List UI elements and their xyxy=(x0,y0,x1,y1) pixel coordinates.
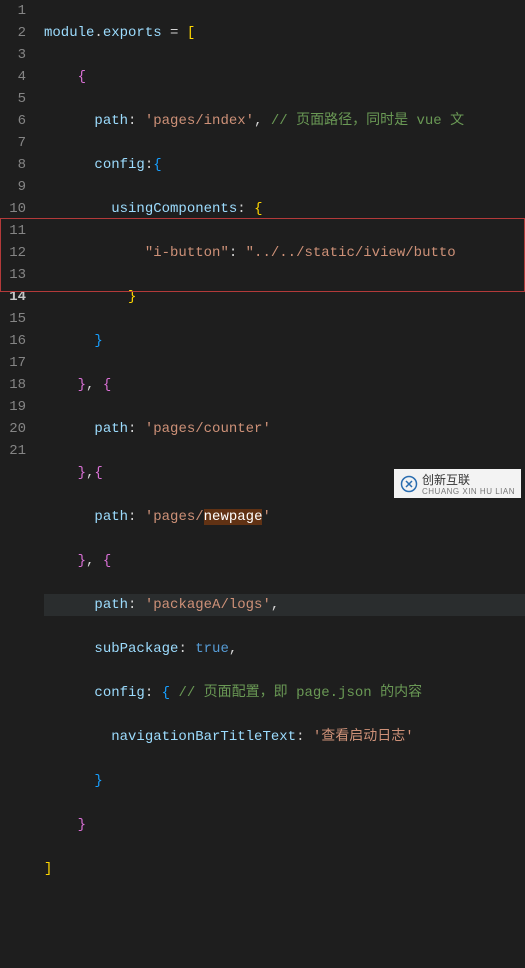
code-line[interactable]: subPackage: true, xyxy=(44,638,525,660)
line-number: 19 xyxy=(8,396,26,418)
line-number: 16 xyxy=(8,330,26,352)
line-number: 15 xyxy=(8,308,26,330)
code-area[interactable]: module.exports = [ { path: 'pages/index'… xyxy=(44,0,525,502)
code-line[interactable]: path: 'pages/newpage' xyxy=(44,506,525,528)
watermark-logo-icon xyxy=(400,475,418,493)
line-number: 8 xyxy=(8,154,26,176)
line-number: 13 xyxy=(8,264,26,286)
code-editor[interactable]: 1 2 3 4 5 6 7 8 9 10 11 12 13 14 15 16 1… xyxy=(0,0,525,502)
line-number: 10 xyxy=(8,198,26,220)
code-line[interactable]: ] xyxy=(44,858,525,880)
code-line[interactable]: } xyxy=(44,286,525,308)
line-number: 4 xyxy=(8,66,26,88)
line-number: 5 xyxy=(8,88,26,110)
line-number: 7 xyxy=(8,132,26,154)
code-line[interactable]: usingComponents: { xyxy=(44,198,525,220)
code-line[interactable]: config: { // 页面配置，即 page.json 的内容 xyxy=(44,682,525,704)
code-line[interactable]: path: 'pages/index', // 页面路径，同时是 vue 文 xyxy=(44,110,525,132)
code-line[interactable]: navigationBarTitleText: '查看启动日志' xyxy=(44,726,525,748)
line-number-current: 14 xyxy=(8,286,26,308)
line-number-gutter: 1 2 3 4 5 6 7 8 9 10 11 12 13 14 15 16 1… xyxy=(0,0,44,502)
line-number: 6 xyxy=(8,110,26,132)
watermark: 创新互联 CHUANG XIN HU LIAN xyxy=(394,469,521,498)
code-line[interactable]: config:{ xyxy=(44,154,525,176)
line-number: 9 xyxy=(8,176,26,198)
watermark-brand: 创新互联 xyxy=(422,473,470,487)
line-number: 21 xyxy=(8,440,26,462)
code-line[interactable]: }, { xyxy=(44,550,525,572)
watermark-sub: CHUANG XIN HU LIAN xyxy=(422,488,515,496)
line-number: 2 xyxy=(8,22,26,44)
line-number: 11 xyxy=(8,220,26,242)
code-line[interactable]: } xyxy=(44,814,525,836)
line-number: 3 xyxy=(8,44,26,66)
line-number: 12 xyxy=(8,242,26,264)
code-line[interactable]: { xyxy=(44,66,525,88)
code-line-current[interactable]: path: 'packageA/logs', xyxy=(44,594,525,616)
code-line[interactable]: }, { xyxy=(44,374,525,396)
selected-text[interactable]: newpage xyxy=(204,509,263,525)
code-line[interactable]: } xyxy=(44,770,525,792)
line-number: 20 xyxy=(8,418,26,440)
line-number: 18 xyxy=(8,374,26,396)
code-line[interactable]: } xyxy=(44,330,525,352)
code-line[interactable]: module.exports = [ xyxy=(44,22,525,44)
line-number: 1 xyxy=(8,0,26,22)
code-line[interactable]: path: 'pages/counter' xyxy=(44,418,525,440)
code-line[interactable]: "i-button": "../../static/iview/butto xyxy=(44,242,525,264)
code-line[interactable] xyxy=(44,902,525,924)
line-number: 17 xyxy=(8,352,26,374)
